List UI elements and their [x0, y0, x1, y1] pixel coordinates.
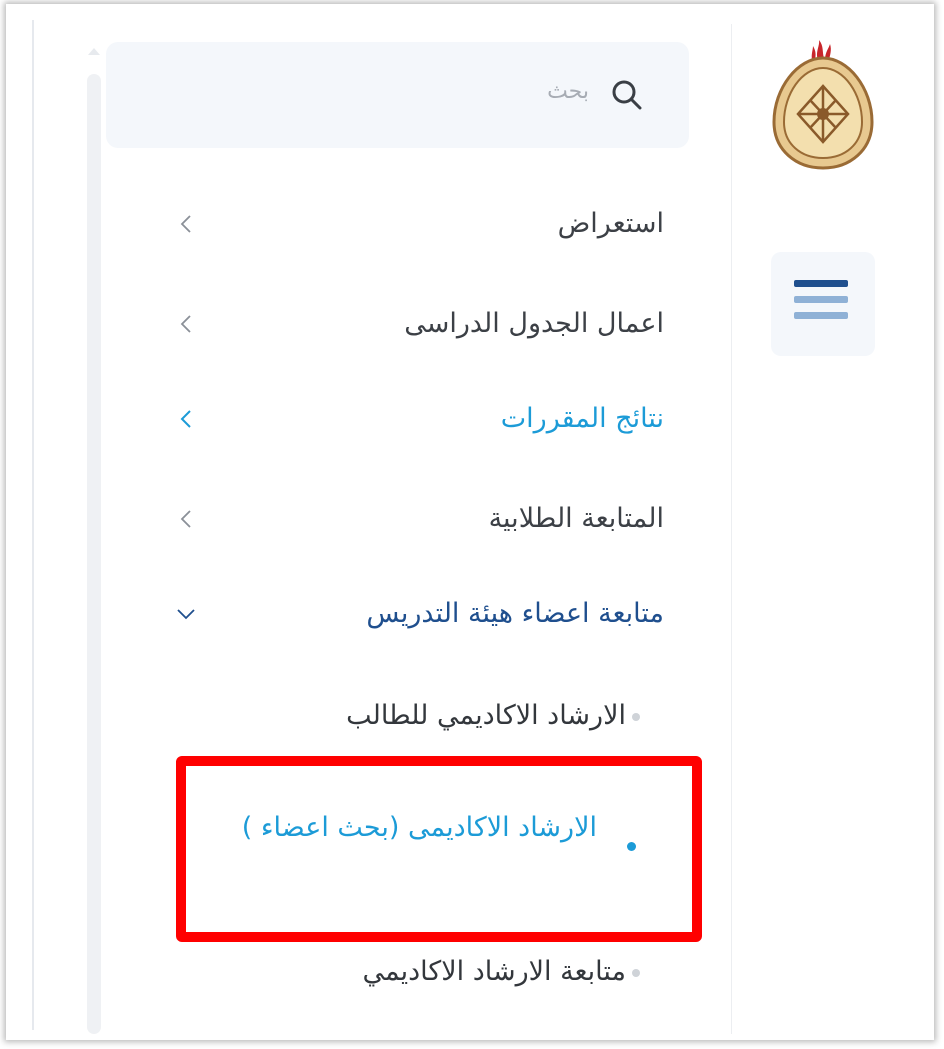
- chevron-left-icon: [180, 315, 191, 333]
- subnav-item-label: الارشاد الاكاديمى (بحث اعضاء ): [241, 812, 597, 843]
- subnav-item-label: الارشاد الاكاديمي للطالب: [346, 700, 626, 731]
- scroll-up-arrow[interactable]: [88, 48, 100, 55]
- university-logo: [772, 40, 874, 170]
- subnav-item-advising-search-highlighted[interactable]: الارشاد الاكاديمى (بحث اعضاء ): [176, 756, 702, 942]
- nav-item-label: استعراض: [557, 208, 664, 239]
- hamburger-menu-button[interactable]: [771, 252, 875, 356]
- nav-item-label: متابعة اعضاء هيئة التدريس: [366, 598, 664, 629]
- scrollbar-thumb[interactable]: [87, 74, 101, 1034]
- bullet-dot-icon: [627, 842, 636, 851]
- nav-item-faculty-followup[interactable]: متابعة اعضاء هيئة التدريس: [166, 584, 664, 644]
- hamburger-icon: [794, 312, 848, 319]
- nav-item-label: المتابعة الطلابية: [488, 503, 664, 534]
- nav-item-browse[interactable]: استعراض: [166, 194, 664, 254]
- nav-item-schedule-works[interactable]: اعمال الجدول الدراسى: [166, 294, 664, 354]
- sidebar-rail-divider: [731, 24, 732, 1034]
- nav-item-student-followup[interactable]: المتابعة الطلابية: [166, 489, 664, 549]
- chevron-left-icon: [180, 510, 191, 528]
- sidebar-window: بحث استعراض اعمال الجدول الدراسى نتائج ا…: [6, 4, 934, 1040]
- subnav-item-label: متابعة الارشاد الاكاديمي: [362, 956, 626, 987]
- search-placeholder: بحث: [547, 79, 589, 104]
- nav-item-label: اعمال الجدول الدراسى: [404, 308, 664, 339]
- chevron-down-icon: [177, 609, 195, 620]
- bullet-dot-icon: [632, 713, 640, 721]
- subnav-item-advising-followup[interactable]: متابعة الارشاد الاكاديمي: [206, 948, 626, 996]
- bullet-dot-icon: [632, 969, 640, 977]
- chevron-left-icon: [180, 215, 191, 233]
- hamburger-icon: [794, 296, 848, 303]
- nav-item-label: نتائج المقررات: [500, 403, 664, 434]
- subnav-item-student-advising[interactable]: الارشاد الاكاديمي للطالب: [206, 692, 626, 740]
- search-icon: [612, 80, 642, 110]
- window-left-border: [32, 20, 34, 1030]
- chevron-left-icon: [180, 410, 191, 428]
- search-input[interactable]: بحث: [106, 42, 689, 148]
- hamburger-icon: [794, 280, 848, 287]
- nav-item-course-results[interactable]: نتائج المقررات: [166, 389, 664, 449]
